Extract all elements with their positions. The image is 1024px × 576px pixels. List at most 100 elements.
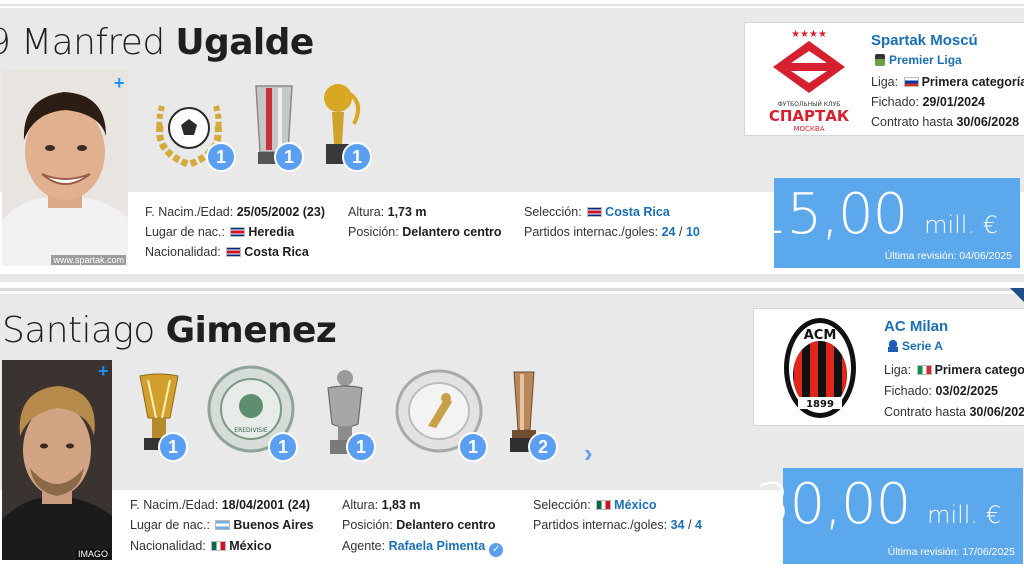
signed-value: 29/01/2024 (922, 95, 985, 109)
caps-label: Partidos internac./goles: (524, 225, 659, 239)
russia-flag-icon (903, 77, 919, 87)
liga-label: Liga: (884, 363, 912, 377)
contract-row: Contrato hasta 30/06/202 (884, 405, 1024, 419)
height-label: Altura: (348, 205, 385, 219)
costa-rica-flag-icon (230, 227, 246, 237)
nationality-row: Nacionalidad: Costa Rica (145, 245, 309, 259)
height-label: Altura: (342, 498, 379, 512)
shirt-number: 9 (0, 22, 11, 63)
position-row: Posición: Delantero centro (342, 518, 496, 532)
caps-label: Partidos internac./goles: (533, 518, 668, 532)
caps-goals-row: Partidos internac./goles: 34 / 4 (533, 518, 702, 532)
market-value-box[interactable]: 15,00 mill. € Última revisión: 04/06/202… (752, 178, 1020, 268)
svg-text:EREDIVISIE: EREDIVISIE (234, 427, 268, 434)
birth-label: F. Nacim./Edad: (145, 205, 234, 219)
logo-text-year: 1899 (806, 399, 834, 410)
nationality-value: Costa Rica (244, 245, 309, 259)
birth-place-value: Buenos Aires (233, 518, 314, 532)
spartak-logo[interactable]: ★★★★ ФУТБОЛЬНЫЙ КЛУБ СПАРТАК МОСКВА (759, 25, 859, 135)
trophy-count-badge: 1 (158, 432, 188, 462)
birth-place-value: Heredia (248, 225, 295, 239)
nationality-row: Nacionalidad: México (130, 539, 272, 553)
liga-label: Liga: (871, 75, 899, 89)
height-row: Altura: 1,83 m (342, 498, 421, 512)
birth-value: 25/05/2002 (23) (236, 205, 325, 219)
club-name-link[interactable]: Spartak Moscú (871, 32, 978, 49)
player-card-gimenez: Santiago Gimenez IMAGO + 1 EREDIVISIE 1 … (0, 288, 1024, 576)
add-photo-plus-icon[interactable]: + (114, 74, 125, 92)
liga-row: Liga: Primera catego (884, 363, 1024, 377)
market-value-unit: mill. € (927, 501, 1001, 529)
contract-value: 30/06/202 (969, 405, 1024, 419)
caps-link[interactable]: 24 (662, 225, 676, 239)
verified-check-icon: ✓ (489, 543, 504, 557)
nationality-label: Nacionalidad: (145, 245, 221, 259)
national-team-link[interactable]: Costa Rica (605, 205, 670, 219)
player-name: Santiago Gimenez (2, 310, 337, 351)
club-box: ★★★★ ФУТБОЛЬНЫЙ КЛУБ СПАРТАК МОСКВА Spar… (744, 22, 1024, 136)
photo-credit: IMAGO (75, 549, 110, 559)
birth-date-row: F. Nacim./Edad: 25/05/2002 (23) (145, 205, 325, 219)
goals-link[interactable]: 10 (686, 225, 700, 239)
goals-link[interactable]: 4 (695, 518, 702, 532)
ac-milan-logo[interactable]: ACM 1899 (780, 313, 860, 423)
market-value-amount: 15,00 (751, 182, 908, 247)
league-row: Serie A (888, 339, 943, 353)
birth-place-row: Lugar de nac.: Heredia (145, 225, 294, 239)
caps-separator: / (687, 518, 692, 532)
birth-place-label: Lugar de nac.: (130, 518, 210, 532)
trophy-count-badge: 1 (458, 432, 488, 462)
position-label: Posición: (348, 225, 399, 239)
player-photo[interactable]: www.spartak.com (2, 70, 128, 266)
height-row: Altura: 1,73 m (348, 205, 427, 219)
trophy-count-badge: 1 (274, 142, 304, 172)
player-photo[interactable]: IMAGO (2, 360, 112, 560)
argentina-flag-icon (215, 520, 231, 530)
trophy-count-badge: 1 (346, 432, 376, 462)
agent-label: Agente: (342, 539, 386, 553)
contract-label: Contrato hasta (871, 115, 953, 129)
caps-goals-row: Partidos internac./goles: 24 / 10 (524, 225, 700, 239)
contract-value: 30/06/2028 (956, 115, 1020, 129)
costa-rica-flag-icon (226, 247, 242, 257)
market-value-amount: 30,00 (754, 472, 911, 537)
player-last-name: Ugalde (175, 22, 314, 63)
league-icon (888, 340, 898, 352)
card-top-divider (0, 288, 1024, 291)
chevron-right-icon[interactable]: › (584, 438, 593, 469)
market-value: 30,00 mill. € (755, 472, 1001, 537)
national-team-row: Selección: México (533, 498, 657, 512)
market-value-box[interactable]: 30,00 mill. € Última revisión: 17/06/202… (755, 468, 1023, 564)
birth-date-row: F. Nacim./Edad: 18/04/2001 (24) (130, 498, 310, 512)
league-link[interactable]: Serie A (902, 339, 943, 353)
italy-flag-icon (916, 365, 932, 375)
birth-place-row: Lugar de nac.: Buenos Aires (130, 518, 314, 532)
club-name-link[interactable]: AC Milan (884, 318, 948, 335)
caps-link[interactable]: 34 (671, 518, 685, 532)
add-photo-plus-icon[interactable]: + (98, 362, 109, 380)
logo-text-acm: ACM (804, 328, 837, 343)
player-first-name: Manfred (21, 22, 165, 63)
costa-rica-flag-icon (587, 207, 603, 217)
nationality-label: Nacionalidad: (130, 539, 206, 553)
national-team-label: Selección: (533, 498, 591, 512)
league-link[interactable]: Premier Liga (889, 53, 962, 67)
card-bottom-divider (0, 274, 1024, 282)
position-label: Posición: (342, 518, 393, 532)
birth-place-label: Lugar de nac.: (145, 225, 225, 239)
logo-text-city: МОСКВА (794, 125, 825, 133)
trophy-count-badge: 1 (206, 142, 236, 172)
market-value-unit: mill. € (924, 211, 998, 239)
national-team-link[interactable]: México (614, 498, 656, 512)
height-value: 1,73 m (387, 205, 427, 219)
trophy-count-badge: 1 (268, 432, 298, 462)
position-row: Posición: Delantero centro (348, 225, 502, 239)
mexico-flag-icon (596, 500, 612, 510)
signed-label: Fichado: (871, 95, 919, 109)
corner-marker-icon (1010, 288, 1024, 302)
market-value-revision: Última revisión: 17/06/2025 (887, 546, 1015, 558)
league-row: Premier Liga (875, 53, 962, 67)
signed-row: Fichado: 29/01/2024 (871, 95, 985, 109)
agent-link[interactable]: Rafaela Pimenta (389, 539, 486, 553)
position-value: Delantero centro (396, 518, 496, 532)
